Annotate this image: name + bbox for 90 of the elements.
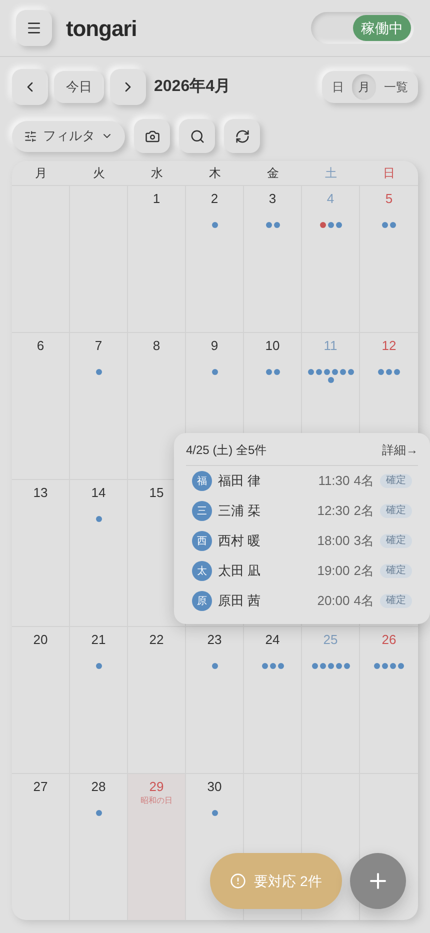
day-cell[interactable]: 24 (244, 626, 302, 773)
search-button[interactable] (179, 119, 215, 153)
search-icon (190, 128, 204, 144)
reservation-time: 12:30 (317, 502, 350, 520)
view-tab[interactable]: 日 (326, 74, 350, 100)
menu-icon (26, 20, 42, 36)
day-number: 13 (33, 484, 48, 502)
party-size: 2名 (354, 562, 374, 580)
day-number: 15 (149, 484, 164, 502)
reservation-time: 19:00 (317, 562, 350, 580)
day-number: 11 (324, 337, 338, 355)
day-number: 4 (326, 190, 334, 208)
day-number: 8 (152, 337, 160, 355)
day-number: 5 (385, 190, 393, 208)
day-number: 23 (207, 631, 222, 649)
day-cell[interactable]: 14 (70, 479, 128, 626)
day-cell[interactable]: 20 (12, 626, 70, 773)
day-number: 30 (207, 778, 222, 796)
sliders-icon (24, 130, 37, 142)
status-badge: 確定 (380, 594, 412, 608)
refresh-icon (234, 128, 250, 144)
party-size: 2名 (354, 502, 374, 520)
menu-button[interactable] (16, 10, 52, 46)
filter-button[interactable]: フィルタ (12, 120, 125, 152)
camera-icon (144, 128, 160, 144)
today-button[interactable]: 今日 (54, 71, 104, 103)
day-number: 26 (382, 631, 396, 649)
weekday-label: 水 (150, 165, 164, 182)
day-number: 25 (323, 631, 338, 649)
holiday-name: 昭和の日 (140, 796, 172, 806)
camera-button[interactable] (134, 119, 170, 153)
day-number: 2 (210, 190, 218, 208)
avatar: 三 (192, 501, 212, 521)
day-number: 20 (33, 631, 48, 649)
party-size: 3名 (354, 532, 374, 550)
weekday-label: 金 (266, 165, 280, 182)
weekday-label: 土 (324, 165, 338, 182)
day-number: 28 (91, 778, 106, 796)
day-cell[interactable]: 1 (128, 185, 186, 332)
guest-name: 西村 暖 (218, 532, 261, 550)
weekday-label: 木 (208, 165, 222, 182)
day-number: 21 (91, 631, 106, 649)
day-cell[interactable]: 7 (70, 332, 128, 479)
party-size: 4名 (354, 592, 374, 610)
detail-link[interactable]: 詳細→ (382, 441, 418, 459)
alert-icon (230, 873, 246, 889)
reservation-row[interactable]: 西 西村 暖 18:00 3名 確定 (186, 526, 418, 556)
reservation-row[interactable]: 原 原田 茜 20:00 4名 確定 (186, 586, 418, 616)
view-tab[interactable]: 月 (352, 74, 376, 100)
day-number: 29 (149, 778, 164, 796)
status-badge: 確定 (380, 564, 412, 578)
day-cell[interactable]: 23 (186, 626, 244, 773)
day-number: 12 (382, 337, 396, 355)
avatar: 原 (192, 591, 212, 611)
logo: tongari (66, 14, 137, 43)
weekday-label: 火 (92, 165, 106, 182)
day-number: 24 (265, 631, 280, 649)
day-number: 7 (94, 337, 102, 355)
guest-name: 太田 凪 (218, 562, 261, 580)
status-badge: 確定 (380, 474, 412, 488)
day-number: 3 (268, 190, 276, 208)
view-tab[interactable]: 一覧 (378, 74, 414, 100)
status-badge: 確定 (380, 504, 412, 518)
month-title: 2026年4月 (154, 76, 230, 97)
day-cell[interactable]: 27 (12, 773, 70, 920)
status-badge: 確定 (380, 534, 412, 548)
day-cell[interactable]: 2 (186, 185, 244, 332)
reservation-row[interactable]: 三 三浦 栞 12:30 2名 確定 (186, 496, 418, 526)
day-number: 6 (36, 337, 44, 355)
guest-name: 三浦 栞 (218, 502, 261, 520)
guest-name: 原田 茜 (218, 592, 261, 610)
avatar: 太 (192, 561, 212, 581)
avatar: 西 (192, 531, 212, 551)
avatar: 福 (192, 471, 212, 491)
day-number: 22 (149, 631, 164, 649)
reservation-time: 20:00 (317, 592, 350, 610)
refresh-button[interactable] (224, 119, 260, 153)
weekday-label: 月 (34, 165, 48, 182)
weekday-label: 日 (382, 165, 396, 182)
day-cell[interactable]: 6 (12, 332, 70, 479)
day-number: 10 (265, 337, 280, 355)
day-number: 27 (33, 778, 48, 796)
day-number: 1 (152, 190, 160, 208)
day-number: 14 (91, 484, 106, 502)
reservation-row[interactable]: 太 太田 凪 19:00 2名 確定 (186, 556, 418, 586)
day-cell[interactable]: 3 (244, 185, 302, 332)
day-cell[interactable]: 13 (12, 479, 70, 626)
day-number: 9 (210, 337, 218, 355)
reservation-time: 18:00 (317, 532, 350, 550)
day-cell[interactable]: 21 (70, 626, 128, 773)
